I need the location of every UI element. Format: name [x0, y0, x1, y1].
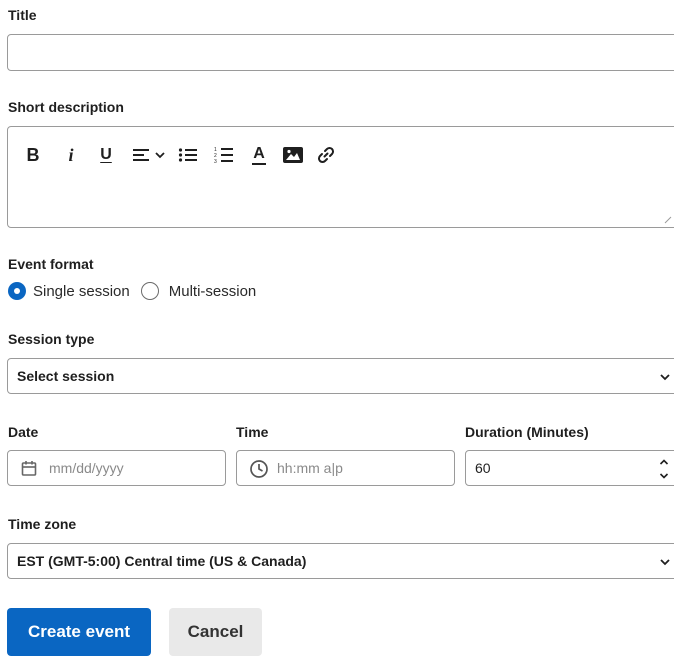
- duration-label: Duration (Minutes): [465, 424, 589, 440]
- event-format-label: Event format: [8, 256, 94, 272]
- align-left-icon: [133, 149, 149, 161]
- duration-value: 60: [475, 460, 491, 476]
- date-input[interactable]: mm/dd/yyyy: [7, 450, 226, 486]
- text-color-button[interactable]: A: [252, 145, 266, 165]
- single-session-label: Single session: [33, 282, 130, 300]
- event-format-radio-group: Single session Multi-session: [8, 282, 256, 300]
- title-input[interactable]: [7, 34, 674, 71]
- time-input[interactable]: hh:mm a|p: [236, 450, 455, 486]
- stepper-arrows-icon[interactable]: [659, 458, 669, 480]
- numbered-list-icon: 1 2 3: [214, 147, 233, 164]
- session-type-select[interactable]: Select session: [7, 358, 674, 394]
- editor-toolbar: B i U 1 2 3 A: [24, 142, 336, 168]
- resize-handle-icon[interactable]: [664, 216, 672, 224]
- duration-stepper[interactable]: 60: [465, 450, 674, 486]
- calendar-icon: [21, 461, 37, 476]
- time-zone-select[interactable]: EST (GMT-5:00) Central time (US & Canada…: [7, 543, 674, 579]
- multi-session-label: Multi-session: [168, 282, 257, 300]
- italic-button[interactable]: i: [64, 142, 78, 168]
- insert-link-button[interactable]: [316, 142, 336, 168]
- insert-image-button[interactable]: [282, 142, 304, 168]
- svg-text:3: 3: [214, 159, 217, 164]
- bulleted-list-button[interactable]: [178, 142, 198, 168]
- time-label: Time: [236, 424, 269, 440]
- session-type-label: Session type: [8, 331, 95, 347]
- title-label: Title: [8, 7, 37, 23]
- short-description-label: Short description: [8, 99, 124, 115]
- chevron-down-icon: [660, 559, 670, 566]
- cancel-button[interactable]: Cancel: [169, 608, 262, 656]
- time-zone-value: EST (GMT-5:00) Central time (US & Canada…: [17, 553, 307, 569]
- bold-button[interactable]: B: [24, 142, 42, 168]
- create-event-button[interactable]: Create event: [7, 608, 151, 656]
- time-zone-label: Time zone: [8, 516, 77, 532]
- multi-session-radio[interactable]: [140, 282, 159, 300]
- session-type-value: Select session: [17, 368, 115, 384]
- align-dropdown-button[interactable]: [132, 142, 166, 168]
- numbered-list-button[interactable]: 1 2 3: [214, 142, 234, 168]
- bulleted-list-icon: [178, 148, 197, 162]
- underline-button[interactable]: U: [98, 142, 114, 168]
- image-icon: [283, 147, 303, 163]
- clock-icon: [250, 460, 268, 478]
- time-placeholder: hh:mm a|p: [277, 460, 343, 476]
- date-placeholder: mm/dd/yyyy: [49, 460, 124, 476]
- chevron-down-icon: [660, 374, 670, 381]
- link-icon: [317, 146, 335, 164]
- single-session-radio[interactable]: [8, 282, 26, 300]
- chevron-down-icon: [155, 152, 165, 159]
- date-label: Date: [8, 424, 39, 440]
